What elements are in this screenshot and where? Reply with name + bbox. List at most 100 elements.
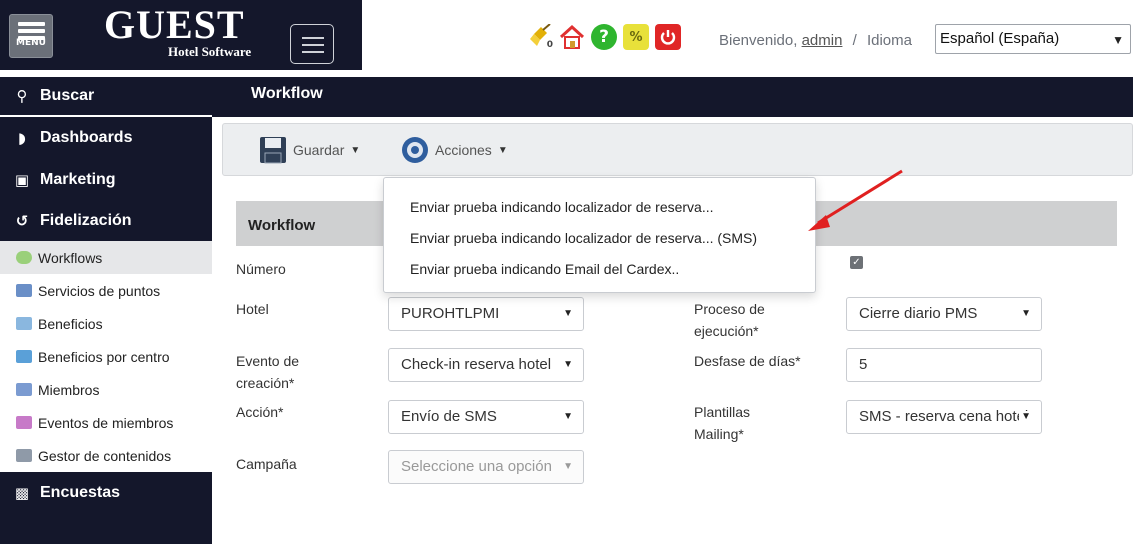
logo-title: GUEST (104, 2, 245, 47)
menu-item-test-email-cardex[interactable]: Enviar prueba indicando Email del Cardex… (384, 254, 815, 285)
sidebar-item-dashboards[interactable]: ◗ Dashboards (0, 117, 212, 159)
search-icon: ⚲ (16, 87, 28, 105)
menu-label: MENU (16, 38, 46, 48)
header-separator: / (852, 32, 857, 49)
evento-value: Check-in reserva hotel (401, 356, 552, 373)
broom-icon[interactable]: 0 (527, 24, 553, 50)
points-service-icon (16, 284, 32, 297)
home-icon[interactable] (559, 24, 585, 50)
sidebar-item-label: Servicios de puntos (38, 282, 161, 299)
accion-select[interactable]: Envío de SMS ▼ (388, 400, 584, 434)
evento-label-line1: Evento de (236, 353, 300, 369)
marketing-icon: ▣ (14, 170, 30, 189)
menu-button[interactable]: MENU (9, 14, 53, 58)
accion-label: Acción* (236, 404, 284, 420)
power-icon[interactable] (655, 24, 681, 50)
caret-down-icon: ▼ (1019, 411, 1031, 422)
sidebar: ⚲ Buscar ◗ Dashboards ▣ Marketing ↺ Fide… (0, 77, 212, 544)
language-value: Español (España) (940, 30, 1060, 47)
evento-label-line2: creación* (236, 375, 295, 391)
proceso-label-line1: Proceso de (694, 301, 765, 317)
plantillas-label-line1: Plantillas (694, 404, 751, 420)
page-title: Workflow (212, 77, 1133, 117)
logo-subtitle: Hotel Software (168, 44, 252, 59)
members-icon (16, 383, 32, 396)
help-icon[interactable]: ? (591, 24, 617, 50)
caret-down-icon: ▼ (497, 144, 508, 156)
floppy-disk-icon (260, 137, 286, 164)
actions-dropdown-menu: Enviar prueba indicando localizador de r… (383, 177, 816, 293)
language-select[interactable]: Español (España) ▼ (935, 24, 1131, 54)
caret-down-icon: ▼ (561, 461, 573, 472)
sidebar-item-eventos[interactable]: Eventos de miembros (0, 406, 212, 439)
proceso-select[interactable]: Cierre diario PMS ▼ (846, 297, 1042, 331)
brand-panel: MENU GUEST Hotel Software (0, 0, 362, 70)
numero-checkbox[interactable]: ✓ (850, 256, 863, 269)
campana-placeholder: Seleccione una opción (401, 458, 552, 475)
benefits-center-icon (16, 350, 32, 363)
campana-label: Campaña (236, 456, 297, 472)
desfase-value: 5 (859, 356, 868, 373)
caret-down-icon: ▼ (1019, 308, 1031, 319)
content-manager-icon (16, 449, 32, 462)
actions-button[interactable]: Acciones ▼ (401, 136, 508, 164)
proceso-value: Cierre diario PMS (859, 305, 978, 322)
username-link[interactable]: admin (802, 32, 843, 49)
sidebar-item-gestor[interactable]: Gestor de contenidos (0, 439, 212, 472)
chevron-down-icon: ▼ (1112, 33, 1124, 47)
plantillas-label-line2: Mailing* (694, 426, 744, 442)
sidebar-item-label: Encuestas (40, 484, 121, 501)
menu-item-test-localizador[interactable]: Enviar prueba indicando localizador de r… (384, 192, 815, 223)
caret-down-icon: ▼ (561, 359, 573, 370)
campana-select[interactable]: Seleccione una opción ▼ (388, 450, 584, 484)
sidebar-item-label: Workflows (38, 249, 103, 266)
top-bar: MENU GUEST Hotel Software 0 ? % Bienveni… (0, 0, 1133, 77)
sidebar-item-fidelizacion[interactable]: ↺ Fidelización (0, 200, 212, 241)
broom-badge: 0 (546, 40, 553, 50)
sidebar-item-servicios[interactable]: Servicios de puntos (0, 274, 212, 307)
plantillas-value: SMS - reserva cena hotel (859, 408, 1029, 425)
sidebar-item-workflows[interactable]: Workflows (0, 241, 212, 274)
accion-value: Envío de SMS (401, 408, 497, 425)
pie-chart-icon: ◗ (18, 129, 26, 147)
hotel-select[interactable]: PUROHTLPMI ▼ (388, 297, 584, 331)
plantillas-select[interactable]: SMS - reserva cena hotel ▼ (846, 400, 1042, 434)
sidebar-item-label: Beneficios (38, 315, 103, 332)
desfase-input[interactable]: 5 (846, 348, 1042, 382)
loyalty-icon[interactable]: % (623, 24, 649, 50)
caret-down-icon: ▼ (561, 308, 573, 319)
bar-chart-icon: ▩ (14, 484, 30, 502)
sidebar-item-label: Marketing (40, 170, 116, 188)
sidebar-item-label: Gestor de contenidos (38, 447, 172, 464)
hotel-label: Hotel (236, 301, 269, 317)
welcome-prefix: Bienvenido, (719, 32, 798, 49)
sidebar-item-label: Fidelización (40, 211, 132, 229)
gear-icon (402, 137, 428, 163)
benefits-icon (16, 317, 32, 330)
hotel-value: PUROHTLPMI (401, 305, 500, 322)
menu-item-test-localizador-sms[interactable]: Enviar prueba indicando localizador de r… (384, 223, 815, 254)
evento-select[interactable]: Check-in reserva hotel ▼ (388, 348, 584, 382)
sidebar-item-label: Buscar (40, 87, 95, 104)
sidebar-item-buscar[interactable]: ⚲ Buscar (0, 77, 212, 115)
hamburger-toggle-button[interactable] (290, 24, 334, 64)
sidebar-item-encuestas[interactable]: ▩ Encuestas (0, 472, 212, 514)
proceso-label-line2: ejecución* (694, 323, 759, 339)
caret-down-icon: ▼ (561, 411, 573, 422)
header-icons: 0 ? % (527, 24, 681, 50)
workflow-icon (16, 251, 32, 264)
sidebar-item-miembros[interactable]: Miembros (0, 373, 212, 406)
welcome-text: Bienvenido, admin / Idioma (719, 32, 912, 49)
sidebar-item-label: Beneficios por centro (38, 348, 170, 365)
sidebar-item-label: Dashboards (40, 129, 133, 146)
sidebar-item-beneficios[interactable]: Beneficios (0, 307, 212, 340)
sidebar-item-beneficios-centro[interactable]: Beneficios por centro (0, 340, 212, 373)
desfase-label: Desfase de días* (694, 353, 801, 369)
sidebar-item-label: Miembros (38, 381, 100, 398)
language-label: Idioma (866, 32, 912, 49)
actions-label: Acciones (435, 142, 492, 158)
sidebar-footer (0, 514, 212, 544)
member-events-icon (16, 416, 32, 429)
sidebar-item-marketing[interactable]: ▣ Marketing (0, 159, 212, 200)
save-button[interactable]: Guardar ▼ (259, 136, 360, 164)
